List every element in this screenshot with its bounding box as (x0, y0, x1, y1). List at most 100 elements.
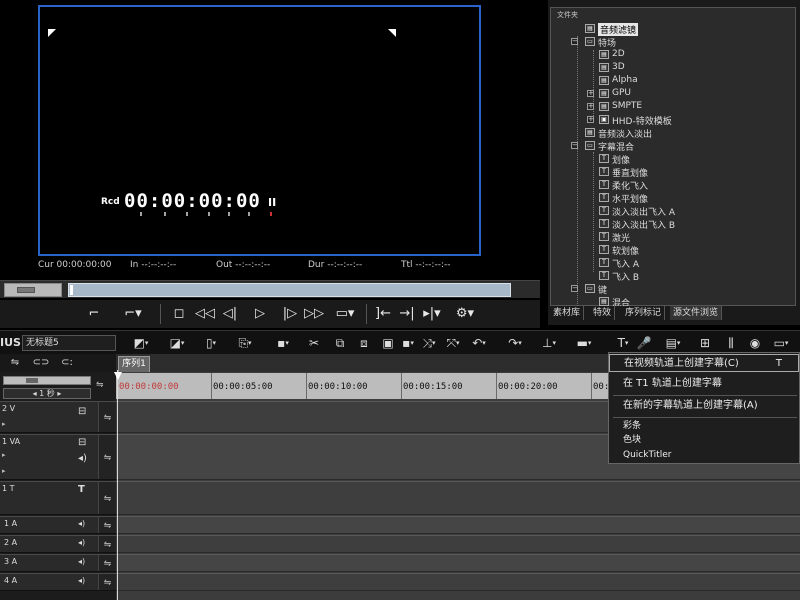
track-lane-3a[interactable] (116, 554, 800, 572)
track-sync-icon[interactable]: ⇋ (98, 536, 116, 552)
menu-color-bars[interactable]: 彩条 (609, 419, 799, 434)
tree-item[interactable]: T 水平划像 (599, 192, 699, 205)
match-frame-icon[interactable]: ▸|▾ (420, 303, 444, 325)
link-icon[interactable]: ⤨▾ (418, 334, 440, 352)
more-options-icon[interactable]: ⚙▾ (452, 303, 478, 325)
tree-item[interactable]: ▤ 2D (599, 49, 699, 61)
title-icon[interactable]: T▾ (612, 334, 634, 352)
color-icon[interactable]: ◉ (746, 334, 764, 352)
multicam-icon[interactable]: ⊞ (696, 334, 714, 352)
track-sync-icon[interactable]: ⇋ (98, 555, 116, 571)
shuttle-slider[interactable] (4, 283, 62, 297)
track-header-2a[interactable]: 2 A ◂) ⇋ (0, 535, 116, 553)
track-snap-icon[interactable]: ⊂: (58, 354, 76, 372)
track-sync-icon[interactable]: ⇋ (98, 402, 116, 432)
video-monitor-icon[interactable]: ⊟ (78, 406, 86, 417)
insert-icon[interactable]: ▬▾ (572, 334, 596, 352)
tree-item[interactable]: T 垂直划像 (599, 166, 699, 179)
tree-item[interactable]: ▤ 音频滤镜 (585, 23, 685, 36)
set-out-icon[interactable]: ⌐▾ (118, 303, 148, 325)
loop-icon[interactable]: ▭▾ (330, 303, 360, 325)
delete-icon[interactable]: ▣ (380, 334, 396, 352)
track-lane-1a[interactable] (116, 516, 800, 534)
project-name-field[interactable]: 无标题5 (22, 335, 116, 351)
import-icon[interactable]: ⎘▾ (234, 334, 256, 352)
redo-icon[interactable]: ↷▾ (504, 334, 526, 352)
tree-item[interactable]: + ▣ HHD-特效模板 (587, 114, 717, 127)
audio-monitor-icon[interactable]: ◂) (78, 576, 85, 585)
audio-monitor-icon[interactable]: ◂) (78, 557, 85, 566)
menu-create-title-on-new-track[interactable]: 在新的字幕轨道上创建字幕(A) (609, 397, 799, 415)
render-icon[interactable]: ▤▾ (660, 334, 686, 352)
output-icon[interactable]: ▭▾ (768, 334, 794, 352)
track-link-icon[interactable]: ⊂⊃ (32, 354, 50, 372)
set-in-icon[interactable]: ⌐ (86, 303, 102, 325)
track-header-4a[interactable]: 4 A ◂) ⇋ (0, 573, 116, 591)
undo-icon[interactable]: ↶▾ (468, 334, 490, 352)
split-icon[interactable]: ⊥▾ (538, 334, 560, 352)
track-header-1t[interactable]: 1 T T ⇋ (0, 481, 116, 515)
cut-icon[interactable]: ✂ (306, 334, 322, 352)
playhead-marker[interactable] (114, 372, 122, 380)
tree-item[interactable]: ▤ 音频淡入淡出 (585, 127, 705, 140)
position-playhead[interactable] (70, 285, 73, 295)
tab-effects[interactable]: 特效 (590, 306, 616, 320)
tree-item[interactable]: T 淡入淡出飞入 A (599, 205, 719, 218)
tree-item[interactable]: T 淡入淡出飞入 B (599, 218, 719, 231)
mic-icon[interactable]: 🎤 (636, 334, 652, 352)
tree-item[interactable]: − ▭ 字幕混合 (571, 140, 691, 153)
fast-forward-icon[interactable]: ▷▷ (302, 303, 326, 325)
video-clip-icon[interactable]: ◩▾ (130, 334, 152, 352)
audio-monitor-icon[interactable]: ◂) (78, 453, 87, 464)
tab-sequence1[interactable]: 序列1 (118, 356, 150, 372)
playhead-line[interactable] (117, 370, 118, 600)
menu-create-title-on-t1-track[interactable]: 在 T1 轨道上创建字幕 (609, 375, 799, 393)
timeline-scale-select[interactable]: ◂ 1 秒 ▸ (3, 388, 91, 399)
track-header-3a[interactable]: 3 A ◂) ⇋ (0, 554, 116, 572)
tab-source-browser[interactable]: 源文件浏览 (670, 306, 723, 320)
tree-item[interactable]: − ▭ 键 (571, 283, 671, 296)
ripple-toggle-icon[interactable]: ⇋ (96, 380, 104, 390)
track-lane-1t[interactable] (116, 481, 800, 515)
menu-color-matte[interactable]: 色块 (609, 433, 799, 448)
save-icon[interactable]: ▪▾ (272, 334, 294, 352)
paste-icon[interactable]: ⧈ (356, 334, 372, 352)
track-sync-icon[interactable]: ⇋ (98, 435, 116, 479)
tree-item[interactable]: T 飞入 B (599, 270, 699, 283)
tab-sequence-markers[interactable]: 序列标记 (622, 306, 666, 320)
tree-item[interactable]: T 柔化飞入 (599, 179, 699, 192)
step-forward-icon[interactable]: |▷ (280, 303, 300, 325)
ripple-delete-icon[interactable]: ▪▾ (398, 334, 418, 352)
tab-library[interactable]: 素材库 (550, 306, 585, 320)
track-sync-icon[interactable]: ⇋ (6, 354, 24, 372)
stop-icon[interactable]: ◻ (170, 303, 188, 325)
tree-item[interactable]: + ▤ SMPTE (587, 101, 697, 113)
unlink-icon[interactable]: ⤧▾ (442, 334, 464, 352)
audio-clip-icon[interactable]: ◪▾ (166, 334, 188, 352)
tree-item[interactable]: T 飞入 A (599, 257, 699, 270)
menu-create-title-on-video-track[interactable]: 在视频轨道上创建字幕(C) T (609, 354, 799, 372)
tree-item[interactable]: + ▤ GPU (587, 88, 697, 100)
audio-monitor-icon[interactable]: ◂) (78, 538, 85, 547)
track-sync-icon[interactable]: ⇋ (98, 517, 116, 533)
menu-quicktitler[interactable]: QuickTitler (609, 448, 799, 463)
go-out-icon[interactable]: →| (396, 303, 418, 325)
tree-item[interactable]: − ▭ 特场 (571, 36, 691, 49)
tree-item[interactable]: T 软划像 (599, 244, 699, 257)
zoom-handle[interactable] (26, 378, 38, 383)
step-back-icon[interactable]: ◁| (220, 303, 240, 325)
shuttle-handle[interactable] (17, 287, 35, 293)
mixer-icon[interactable]: ⫼ (722, 334, 740, 352)
track-sync-icon[interactable]: ⇋ (98, 574, 116, 590)
track-header-2v[interactable]: 2 V ▸ ⊟ ⇋ (0, 401, 116, 433)
track-lane-4a[interactable] (116, 573, 800, 591)
tree-item[interactable]: T 划像 (599, 153, 699, 166)
track-header-1a[interactable]: 1 A ◂) ⇋ (0, 516, 116, 534)
new-icon[interactable]: ▯▾ (200, 334, 222, 352)
position-bar[interactable] (68, 283, 511, 297)
copy-icon[interactable]: ⧉ (332, 334, 348, 352)
audio-monitor-icon[interactable]: ◂) (78, 519, 85, 528)
track-header-1va[interactable]: 1 VA ▸ ▸ ⊟ ◂) ⇋ (0, 434, 116, 480)
track-lane-2a[interactable] (116, 535, 800, 553)
video-monitor-icon[interactable]: ⊟ (78, 437, 86, 448)
